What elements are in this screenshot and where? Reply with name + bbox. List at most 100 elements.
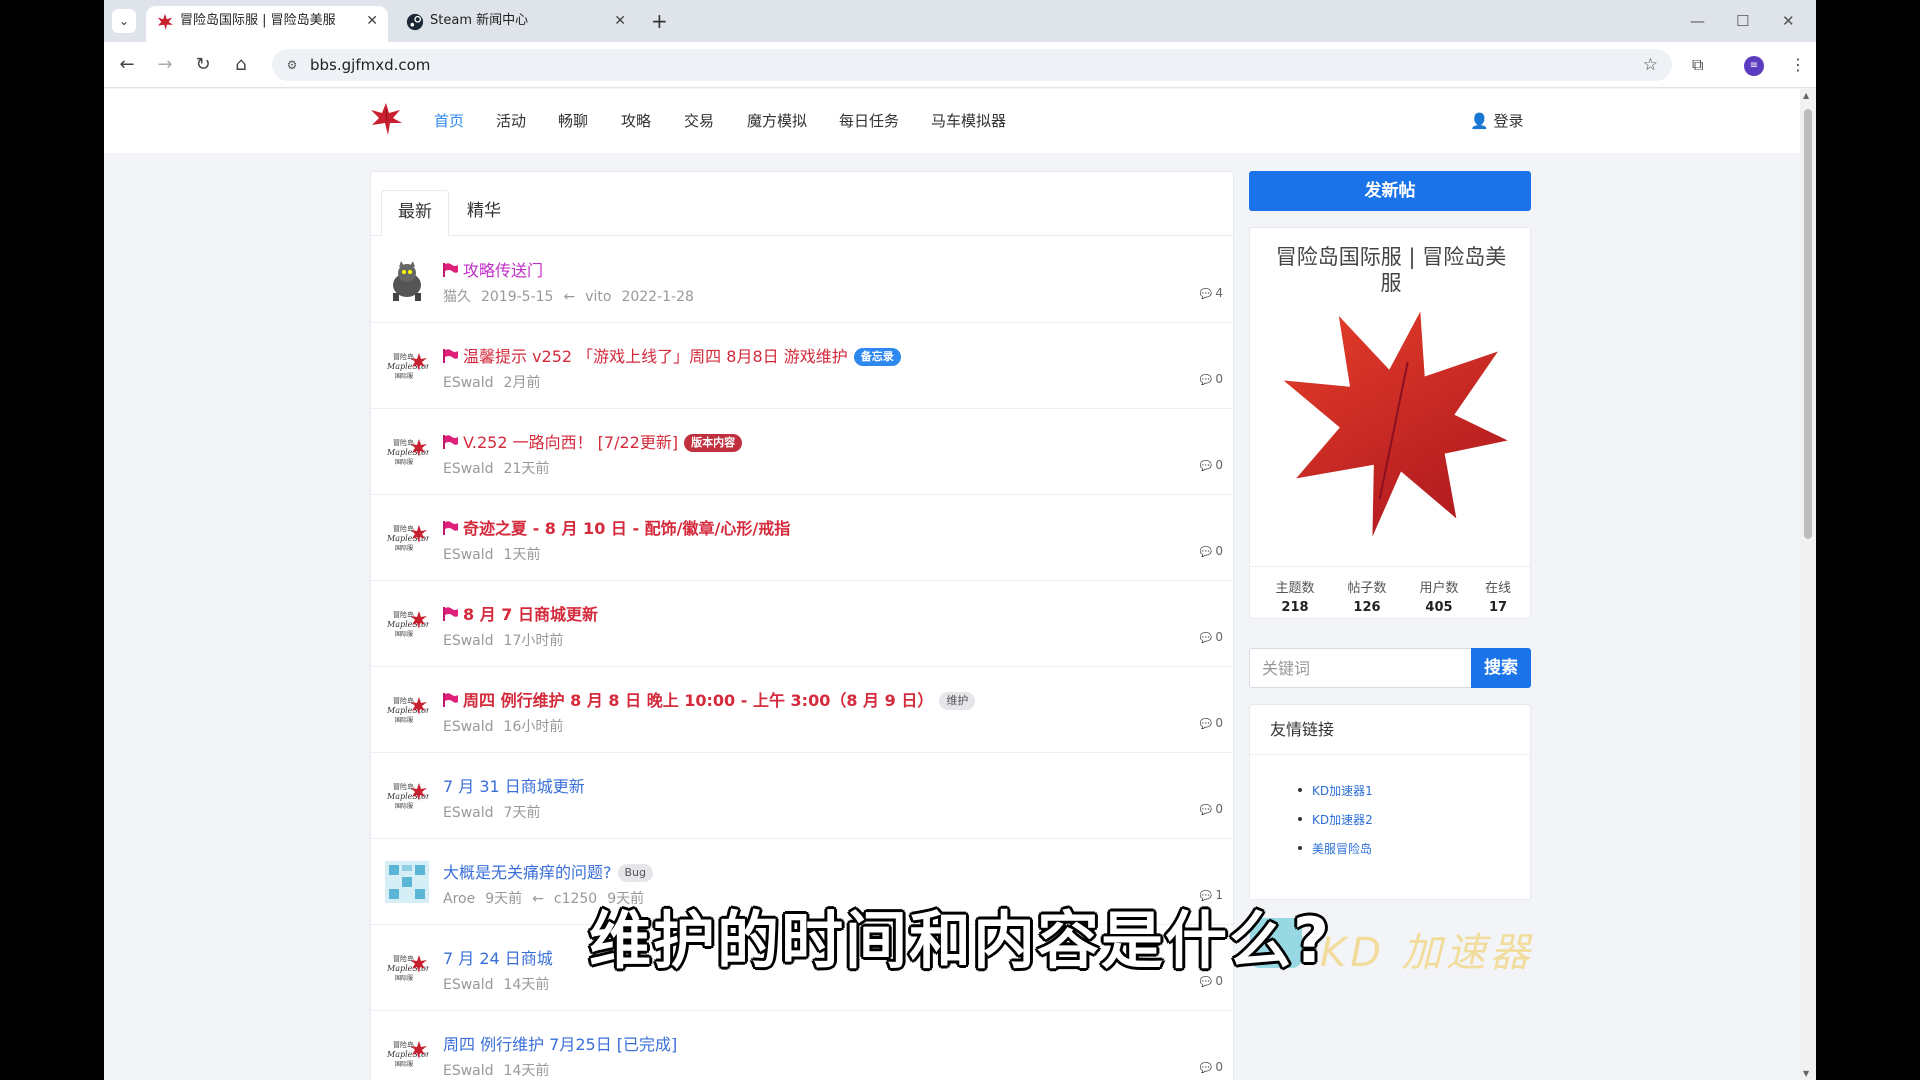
thread-title[interactable]: 周四 例行维护 7月25日 [已完成] — [443, 1031, 677, 1055]
browser-tab-active[interactable]: 冒险岛国际服 | 冒险岛美服 ✕ — [146, 6, 388, 42]
maplestory-avatar[interactable]: 冒险岛MapleStory国际服 — [385, 345, 435, 387]
search-button[interactable]: 搜索 — [1471, 648, 1531, 688]
scroll-up-icon[interactable]: ▲ — [1803, 91, 1809, 100]
tab-title: Steam 新闻中心 — [430, 13, 529, 28]
thread-title[interactable]: 奇迹之夏 - 8 月 10 日 - 配饰/徽章/心形/戒指 — [443, 515, 790, 539]
close-window-icon[interactable]: ✕ — [1782, 6, 1795, 36]
tab-search-dropdown-icon[interactable]: ⌄ — [112, 9, 136, 33]
url-text[interactable]: bbs.gjfmxd.com — [310, 49, 430, 81]
thread-row[interactable]: 攻略传送门 猫久 2019-5-15 ← vito 2022-1-28 💬 4 — [371, 237, 1233, 323]
maplestory-avatar[interactable]: 冒险岛MapleStory国际服 — [385, 1033, 435, 1075]
reply-count-value: 0 — [1215, 630, 1223, 644]
thread-title[interactable]: 7 月 31 日商城更新 — [443, 773, 585, 797]
menu-kebab-icon[interactable]: ⋮ — [1790, 52, 1806, 78]
friend-links-title: 友情链接 — [1250, 705, 1530, 755]
site-logo-maple-icon[interactable] — [369, 101, 403, 137]
thread-author[interactable]: ESwald — [443, 375, 494, 391]
thread-title[interactable]: 攻略传送门 — [443, 257, 543, 281]
thread-title[interactable]: 温馨提示 v252 「游戏上线了」周四 8月8日 游戏维护 备忘录 — [443, 343, 901, 367]
friend-link[interactable]: 美服冒险岛 — [1298, 835, 1373, 864]
maximize-icon[interactable]: ☐ — [1736, 6, 1749, 36]
thread-row[interactable]: 冒险岛MapleStory国际服 V.252 一路向西！ [7/22更新] 版本内容… — [371, 409, 1233, 495]
close-tab-icon[interactable]: ✕ — [614, 6, 626, 36]
minimize-icon[interactable]: — — [1690, 6, 1705, 36]
maplestory-avatar[interactable]: 冒险岛MapleStory国际服 — [385, 517, 435, 559]
friend-link[interactable]: KD加速器1 — [1298, 777, 1373, 806]
tab-latest[interactable]: 最新 — [381, 190, 449, 236]
login-link[interactable]: 👤 登录 — [1470, 89, 1523, 153]
tab-featured[interactable]: 精华 — [451, 190, 517, 236]
thread-title-text[interactable]: 温馨提示 v252 「游戏上线了」周四 8月8日 游戏维护 — [463, 347, 848, 366]
comment-bubble-icon: 💬 — [1199, 805, 1213, 816]
scroll-down-icon[interactable]: ▼ — [1803, 1069, 1809, 1078]
thread-author[interactable]: ESwald — [443, 719, 494, 735]
thread-row[interactable]: 冒险岛MapleStory国际服 7 月 31 日商城更新 ESwald 7天前 💬0 — [371, 753, 1233, 839]
thread-row[interactable]: 冒险岛MapleStory国际服 8 月 7 日商城更新 ESwald 17小时前 💬0 — [371, 581, 1233, 667]
thread-author[interactable]: 猫久 — [443, 289, 471, 305]
thread-row[interactable]: 冒险岛MapleStory国际服周四 例行维护 7月25日 [已完成] ESwal… — [371, 1011, 1233, 1080]
extensions-puzzle-icon[interactable]: ⧉ — [1692, 52, 1703, 78]
nav-item-events[interactable]: 活动 — [496, 89, 526, 153]
thread-author[interactable]: ESwald — [443, 547, 494, 563]
site-info-icon[interactable]: ⚙ — [282, 55, 302, 75]
thread-title-text[interactable]: 攻略传送门 — [463, 261, 543, 280]
maplestory-avatar[interactable]: 冒险岛MapleStory国际服 — [385, 431, 435, 473]
nav-item-trade[interactable]: 交易 — [684, 89, 714, 153]
thread-title-text[interactable]: 7 月 31 日商城更新 — [443, 777, 585, 796]
new-post-button[interactable]: 发新帖 — [1249, 171, 1531, 211]
forward-arrow-icon[interactable]: → — [152, 52, 178, 78]
thread-tag-badge[interactable]: 维护 — [939, 692, 976, 710]
thread-title-text[interactable]: 8 月 7 日商城更新 — [463, 605, 598, 624]
thread-row[interactable]: 冒险岛MapleStory国际服温馨提示 v252 「游戏上线了」周四 8月8日… — [371, 323, 1233, 409]
thread-author[interactable]: ESwald — [443, 633, 494, 649]
new-tab-plus-icon[interactable]: + — [651, 6, 668, 36]
search-input[interactable] — [1249, 648, 1471, 688]
maplestory-avatar[interactable]: 冒险岛MapleStory国际服 — [385, 775, 435, 817]
bookmark-star-icon[interactable]: ☆ — [1643, 49, 1658, 81]
scrollbar-thumb[interactable] — [1804, 109, 1812, 539]
thread-author[interactable]: ESwald — [443, 805, 494, 821]
nav-item-cube-sim[interactable]: 魔方模拟 — [747, 89, 807, 153]
thread-author[interactable]: ESwald — [443, 461, 494, 477]
maplestory-avatar[interactable]: 冒险岛MapleStory国际服 — [385, 689, 435, 731]
thread-tag-badge[interactable]: 备忘录 — [853, 348, 901, 366]
nav-item-guides[interactable]: 攻略 — [621, 89, 651, 153]
friend-link-label[interactable]: 美服冒险岛 — [1312, 842, 1372, 856]
thread-title[interactable]: V.252 一路向西！ [7/22更新] 版本内容 — [443, 429, 743, 453]
nav-item-daily-tasks[interactable]: 每日任务 — [839, 89, 899, 153]
nav-item-chat[interactable]: 畅聊 — [558, 89, 588, 153]
thread-title-text[interactable]: 大概是无关痛痒的问题? — [443, 863, 612, 882]
close-tab-icon[interactable]: ✕ — [366, 6, 378, 36]
thread-tag-badge[interactable]: Bug — [617, 864, 654, 882]
friend-link-label[interactable]: KD加速器2 — [1312, 813, 1373, 827]
reload-icon[interactable]: ↻ — [190, 52, 216, 78]
thread-title-text[interactable]: V.252 一路向西！ [7/22更新] — [463, 433, 678, 452]
profile-avatar-icon[interactable]: ≡ — [1744, 56, 1764, 76]
home-icon[interactable]: ⌂ — [228, 52, 254, 78]
back-arrow-icon[interactable]: ← — [114, 52, 140, 78]
thread-date: 2019-5-15 — [481, 289, 554, 305]
thread-meta: ESwald 16小时前 — [443, 716, 573, 736]
nav-item-home[interactable]: 首页 — [434, 89, 464, 153]
thread-row[interactable]: 冒险岛MapleStory国际服 周四 例行维护 8 月 8 日 晚上 10:00… — [371, 667, 1233, 753]
maplestory-avatar[interactable]: 冒险岛MapleStory国际服 — [385, 603, 435, 645]
thread-row[interactable]: 冒险岛MapleStory国际服 奇迹之夏 - 8 月 10 日 - 配饰/徽章/… — [371, 495, 1233, 581]
friend-link-label[interactable]: KD加速器1 — [1312, 784, 1373, 798]
bullet-icon — [1298, 817, 1302, 821]
thread-title[interactable]: 8 月 7 日商城更新 — [443, 601, 598, 625]
browser-tab[interactable]: Steam 新闻中心 ✕ — [396, 6, 636, 42]
thread-title[interactable]: 周四 例行维护 8 月 8 日 晚上 10:00 - 上午 3:00（8 月 9… — [443, 687, 976, 711]
thread-title[interactable]: 大概是无关痛痒的问题? Bug — [443, 859, 654, 883]
friend-link[interactable]: KD加速器2 — [1298, 806, 1373, 835]
thread-title-text[interactable]: 周四 例行维护 8 月 8 日 晚上 10:00 - 上午 3:00（8 月 9… — [463, 691, 933, 710]
last-reply-user[interactable]: vito — [585, 289, 611, 305]
thread-title-text[interactable]: 奇迹之夏 - 8 月 10 日 - 配饰/徽章/心形/戒指 — [463, 519, 790, 538]
thread-title-text[interactable]: 周四 例行维护 7月25日 [已完成] — [443, 1035, 677, 1054]
svg-text:冒险岛: 冒险岛 — [393, 524, 414, 533]
cat-avatar[interactable] — [385, 259, 429, 301]
pinned-flag-icon — [443, 262, 459, 277]
nav-item-carriage-sim[interactable]: 马车模拟器 — [931, 89, 1006, 153]
thread-author[interactable]: ESwald — [443, 1063, 494, 1079]
thread-tag-badge[interactable]: 版本内容 — [684, 434, 743, 452]
address-bar[interactable]: ⚙ bbs.gjfmxd.com ☆ — [272, 49, 1672, 81]
